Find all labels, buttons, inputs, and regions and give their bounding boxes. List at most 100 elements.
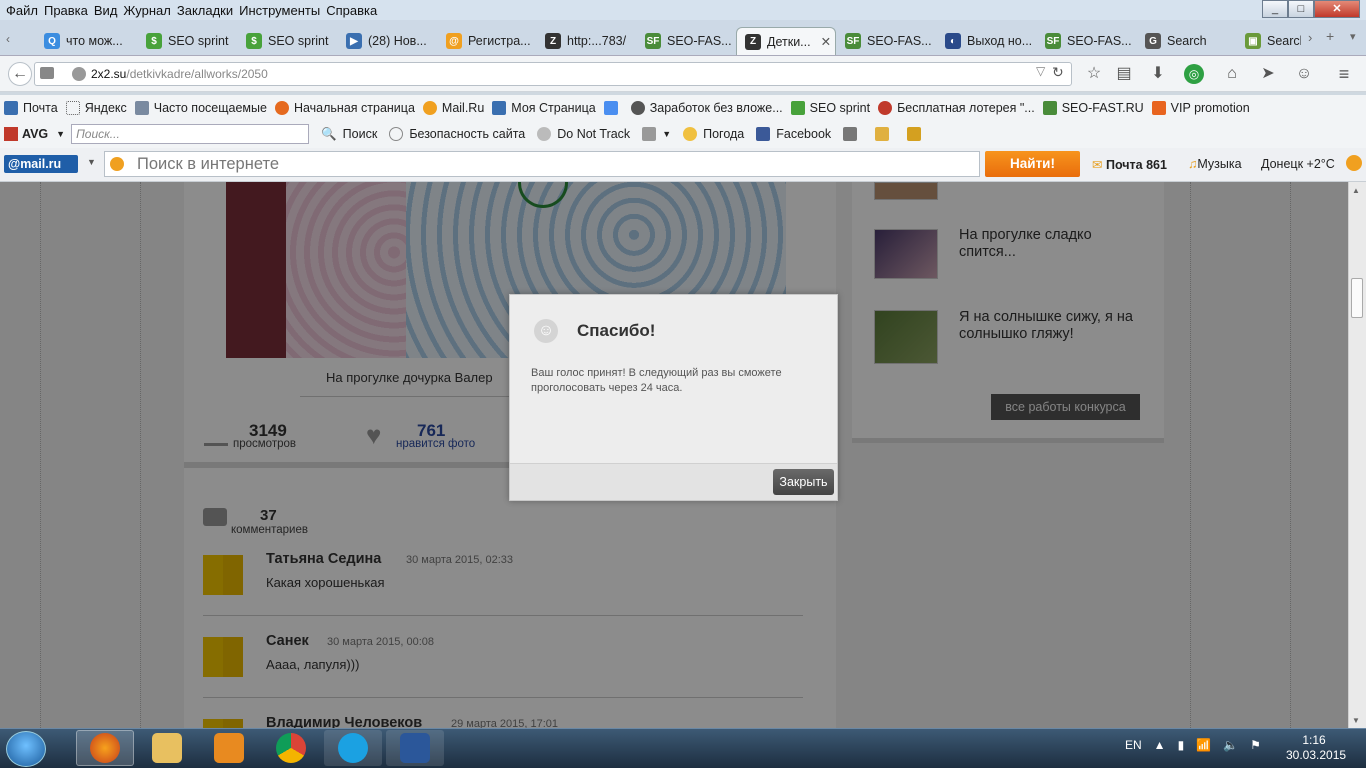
new-tab-icon[interactable]: + bbox=[1326, 28, 1334, 44]
close-tab-icon[interactable]: ✕ bbox=[821, 34, 831, 49]
windows-start-icon[interactable] bbox=[6, 731, 46, 767]
minimize-button[interactable]: _ bbox=[1262, 0, 1288, 18]
tab-5[interactable]: @ Регистра... bbox=[446, 27, 536, 55]
find-button[interactable]: Найти! bbox=[985, 151, 1080, 177]
menu-bookmarks[interactable]: Закладки bbox=[177, 3, 239, 18]
globe-addon-icon[interactable]: ◎ bbox=[1184, 64, 1204, 84]
maximize-button[interactable]: □ bbox=[1288, 0, 1314, 18]
tab-1[interactable]: Qчто мож... bbox=[44, 27, 136, 55]
close-window-button[interactable]: ✕ bbox=[1314, 0, 1360, 18]
mailru-search-input[interactable]: Поиск в интернете bbox=[104, 151, 980, 177]
seosprint-icon bbox=[790, 100, 805, 115]
send-icon[interactable]: ➤ bbox=[1258, 64, 1278, 84]
chat-icon[interactable]: ☺ bbox=[1294, 64, 1314, 84]
bookmark-yandex[interactable]: Яндекс bbox=[65, 100, 127, 115]
close-dialog-button[interactable]: Закрыть bbox=[773, 469, 834, 495]
home-icon[interactable]: ⌂ bbox=[1222, 64, 1242, 84]
network-icon[interactable]: ▮ bbox=[1178, 738, 1185, 752]
tab-label: SEO sprint bbox=[268, 34, 329, 48]
tray-expand-icon[interactable]: ▲ bbox=[1154, 738, 1166, 752]
bookmark-seofast[interactable]: SEO-FAST.RU bbox=[1042, 100, 1144, 115]
notepad-button[interactable] bbox=[875, 127, 895, 141]
screenshot-button[interactable] bbox=[907, 127, 927, 141]
menu-icon[interactable]: ≡ bbox=[1334, 64, 1354, 84]
bookmark-start-page[interactable]: Начальная страница bbox=[274, 100, 415, 115]
calculator-button[interactable] bbox=[843, 127, 863, 141]
bookmark-my-page[interactable]: Моя Страница bbox=[492, 100, 596, 115]
avg-dropdown-icon[interactable]: ▼ bbox=[56, 129, 65, 139]
bookmark-earnings[interactable]: Заработок без вложе... bbox=[630, 100, 783, 115]
music-label: Музыка bbox=[1197, 157, 1242, 171]
mailru-dropdown-icon[interactable]: ▼ bbox=[87, 157, 96, 167]
signal-icon[interactable]: 📶 bbox=[1196, 738, 1211, 752]
bookmark-frequent[interactable]: Часто посещаемые bbox=[134, 100, 267, 115]
avg-search-button[interactable]: 🔍 Поиск bbox=[321, 127, 377, 142]
weather-link[interactable]: Донецк +2°C bbox=[1261, 157, 1335, 171]
taskbar-media[interactable] bbox=[200, 730, 258, 766]
tab-label: (28) Нов... bbox=[368, 34, 427, 48]
tab-9[interactable]: SF SEO-FAS... bbox=[845, 27, 935, 55]
taskbar-explorer[interactable] bbox=[138, 730, 196, 766]
menu-edit[interactable]: Правка bbox=[44, 3, 94, 18]
do-not-track-button[interactable]: Do Not Track bbox=[537, 127, 630, 141]
bookmark-vip[interactable]: VIP promotion bbox=[1151, 100, 1250, 115]
tab-6[interactable]: Zhttp:...783/ bbox=[545, 27, 635, 55]
bookmark-mailru[interactable]: Mail.Ru bbox=[422, 100, 484, 115]
tab-label: Детки... bbox=[767, 34, 811, 49]
cloud-sun-icon bbox=[683, 127, 698, 141]
bookmark-google[interactable] bbox=[603, 100, 623, 115]
language-indicator[interactable]: EN bbox=[1125, 738, 1142, 752]
tab-3[interactable]: $ SEO sprint bbox=[246, 27, 336, 55]
site-safety-button[interactable]: Безопасность сайта bbox=[389, 127, 525, 141]
taskbar-firefox[interactable] bbox=[76, 730, 134, 766]
tab-active[interactable]: Z Детки... ✕ bbox=[736, 27, 836, 55]
tab-scroll-left-icon[interactable]: ‹ bbox=[6, 32, 10, 46]
window-controls: _ □ ✕ bbox=[1262, 0, 1360, 18]
download-icon[interactable]: ⬇ bbox=[1148, 64, 1168, 84]
avg-label[interactable]: AVG bbox=[22, 127, 48, 141]
tab-10[interactable]: ◐ Выход но... bbox=[945, 27, 1037, 55]
menu-help[interactable]: Справка bbox=[326, 3, 383, 18]
tab-11[interactable]: SF SEO-FAS... bbox=[1045, 27, 1137, 55]
tab-scroll-right-icon[interactable]: › bbox=[1308, 30, 1312, 45]
search-engine-icon[interactable] bbox=[110, 157, 124, 171]
reading-list-icon[interactable]: ▤ bbox=[1114, 64, 1134, 84]
system-clock[interactable]: 1:16 30.03.2015 bbox=[1286, 733, 1346, 763]
scrollbar-thumb[interactable] bbox=[1351, 278, 1363, 318]
tab-4[interactable]: ▶ (28) Нов... bbox=[346, 27, 436, 55]
mail-link[interactable]: ✉ Почта 861 bbox=[1092, 157, 1167, 172]
bookmark-seosprint[interactable]: SEO sprint bbox=[790, 100, 870, 115]
menu-view[interactable]: Вид bbox=[94, 3, 124, 18]
tab-2[interactable]: $ SEO sprint bbox=[146, 27, 236, 55]
reload-icon[interactable]: ↻ bbox=[1052, 64, 1064, 81]
weather-button[interactable]: Погода bbox=[683, 127, 744, 141]
avg-search-input[interactable]: Поиск... bbox=[71, 124, 310, 144]
scrollbar[interactable] bbox=[1348, 182, 1366, 728]
taskbar-chrome[interactable] bbox=[262, 730, 320, 766]
gear-icon[interactable] bbox=[1346, 155, 1362, 171]
taskbar-skype[interactable] bbox=[324, 730, 382, 766]
scroll-down-icon[interactable]: ▼ bbox=[1352, 716, 1360, 725]
star-icon[interactable]: ☆ bbox=[1084, 64, 1104, 84]
tab-12[interactable]: G Search bbox=[1145, 27, 1237, 55]
scroll-up-icon[interactable]: ▲ bbox=[1352, 186, 1360, 195]
trash-button[interactable]: ▼ bbox=[642, 127, 671, 141]
bookmark-lottery[interactable]: Бесплатная лотерея "... bbox=[878, 100, 1035, 115]
menu-history[interactable]: Журнал bbox=[123, 3, 176, 18]
url-bar[interactable]: 2x2.su/detkivkadre/allworks/2050 bbox=[34, 62, 1072, 86]
volume-icon[interactable]: 🔈 bbox=[1223, 738, 1238, 752]
tab-7[interactable]: SF SEO-FAS... bbox=[645, 27, 735, 55]
back-icon[interactable]: ← bbox=[8, 62, 32, 86]
menu-file[interactable]: Файл bbox=[6, 3, 44, 18]
menu-tools[interactable]: Инструменты bbox=[239, 3, 326, 18]
facebook-button[interactable]: Facebook bbox=[756, 127, 831, 141]
flag-icon[interactable]: ⚑ bbox=[1250, 738, 1261, 752]
tab-list-icon[interactable]: ▾ bbox=[1350, 30, 1356, 43]
dropdown-history-icon[interactable]: ▽ bbox=[1036, 64, 1045, 78]
tab-13[interactable]: ▣ Search bbox=[1245, 27, 1301, 55]
music-link[interactable]: ♫Музыка bbox=[1188, 157, 1242, 171]
tab-groups-icon[interactable] bbox=[40, 67, 54, 79]
taskbar-word[interactable] bbox=[386, 730, 444, 766]
mailru-logo[interactable]: @mail.ru bbox=[4, 155, 78, 173]
bookmark-pochta[interactable]: Почта bbox=[4, 100, 58, 115]
